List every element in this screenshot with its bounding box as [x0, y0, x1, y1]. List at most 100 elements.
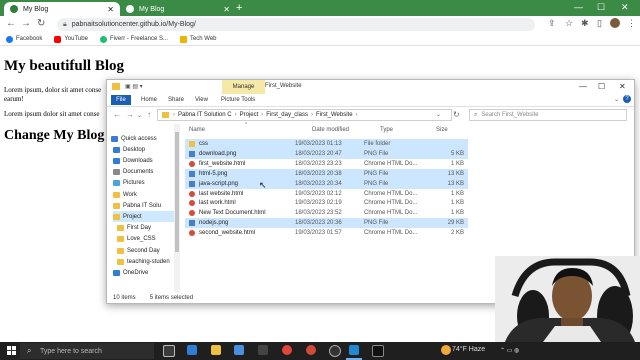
- breadcrumb-separator: ›: [355, 112, 358, 118]
- extensions-icon[interactable]: ✱: [581, 18, 589, 29]
- close-tab-icon[interactable]: ✕: [107, 5, 114, 14]
- breadcrumb-item[interactable]: Project: [240, 112, 259, 118]
- explorer-forward-icon[interactable]: →: [126, 110, 134, 119]
- nav-item[interactable]: Desktop: [113, 144, 175, 155]
- menu-kebab-icon[interactable]: ⋮: [627, 18, 636, 29]
- reload-icon[interactable]: ↻: [37, 18, 45, 29]
- bookmark-star-icon[interactable]: ☆: [565, 18, 573, 29]
- nav-item[interactable]: Work: [113, 189, 175, 200]
- explorer-address-bar[interactable]: › Pabna IT Solution C › Project › First_…: [157, 109, 452, 121]
- ribbon-file-tab[interactable]: File: [111, 95, 131, 105]
- close-window-icon[interactable]: ✕: [621, 2, 629, 13]
- ribbon-picture-tools-tab[interactable]: Picture Tools: [221, 97, 255, 103]
- vscode-icon[interactable]: [349, 345, 359, 355]
- system-tray[interactable]: ⌃ ▭ ◍: [500, 347, 519, 354]
- file-explorer-icon[interactable]: [211, 345, 221, 355]
- column-header-type[interactable]: Type: [380, 127, 393, 133]
- file-row[interactable]: css 19/03/2023 01:13 File folder: [185, 139, 468, 149]
- column-header-size[interactable]: Size: [436, 127, 448, 133]
- quick-access-toolbar-icon[interactable]: ▣ ▤ ▾: [125, 83, 143, 90]
- sidebar-icon[interactable]: ▯: [597, 18, 602, 29]
- explorer-maximize-icon[interactable]: ☐: [598, 82, 605, 91]
- ribbon-view-tab[interactable]: View: [195, 97, 208, 103]
- nav-item[interactable]: Quick access: [111, 133, 173, 144]
- back-icon[interactable]: ←: [6, 18, 16, 29]
- bookmark-youtube[interactable]: YouTube: [54, 35, 88, 43]
- explorer-minimize-icon[interactable]: —: [579, 82, 587, 91]
- close-tab-icon[interactable]: ✕: [223, 5, 230, 14]
- task-view-icon[interactable]: [163, 345, 175, 357]
- nav-item[interactable]: Second Day: [117, 245, 179, 256]
- nav-item[interactable]: Project: [113, 211, 175, 223]
- chrome-html-icon: [189, 160, 195, 167]
- weather-icon: [441, 345, 451, 355]
- profile-avatar[interactable]: [610, 18, 620, 28]
- nav-item[interactable]: Pictures: [113, 178, 175, 189]
- ribbon-home-tab[interactable]: Home: [141, 97, 157, 103]
- up-folder-icon[interactable]: ↑: [147, 110, 151, 119]
- file-date: 19/03/2023 02:19: [295, 200, 342, 207]
- bookmark-tech-web[interactable]: Tech Web: [179, 35, 217, 43]
- share-icon[interactable]: ⇪: [548, 18, 556, 29]
- nav-item[interactable]: Pabna IT Solu: [113, 200, 175, 211]
- new-tab-button[interactable]: +: [236, 2, 242, 14]
- maximize-icon[interactable]: ☐: [597, 2, 605, 13]
- camera-app-icon[interactable]: [258, 345, 268, 355]
- store-icon[interactable]: [234, 345, 244, 355]
- file-row[interactable]: New Text Document.html 18/03/2023 23:52 Ch…: [185, 208, 468, 218]
- file-size: 2 KB: [450, 230, 464, 237]
- ribbon-collapse-icon[interactable]: ⌄: [614, 96, 619, 103]
- nav-item[interactable]: Downloads: [113, 155, 175, 166]
- file-row[interactable]: second_website.html 19/03/2023 01:57 Chrom…: [185, 228, 468, 238]
- recent-locations-icon[interactable]: ⌄: [137, 112, 142, 119]
- nav-item[interactable]: OneDrive: [113, 267, 175, 278]
- nav-item-label: Pabna IT Solu: [123, 202, 161, 209]
- manage-tab[interactable]: Manage: [222, 80, 265, 94]
- tab-my-blog-2[interactable]: My Blog ✕: [120, 2, 236, 16]
- obs-icon[interactable]: [329, 345, 341, 357]
- nav-item[interactable]: First Day: [117, 223, 179, 234]
- file-row[interactable]: download.png 18/03/2023 20:47 PNG File 5 KB: [185, 148, 468, 159]
- bookmark-fiverr[interactable]: Fiverr - Freelance S...: [99, 35, 168, 43]
- chrome-icon[interactable]: [282, 345, 292, 355]
- chrome-profile-icon[interactable]: [306, 345, 316, 355]
- nav-item[interactable]: Documents: [113, 167, 175, 178]
- breadcrumb-item[interactable]: First_Website: [316, 112, 353, 118]
- file-row[interactable]: last website.html 19/03/2023 02:12 Chrome …: [185, 189, 468, 199]
- nav-item[interactable]: Love_CSS: [117, 234, 179, 245]
- minimize-icon[interactable]: —: [574, 2, 583, 12]
- ribbon-share-tab[interactable]: Share: [168, 97, 184, 103]
- file-row[interactable]: nodejs.png 18/03/2023 20:36 PNG File 29 KB: [185, 218, 468, 229]
- explorer-search-input[interactable]: ⌕ Search First_Website: [469, 109, 627, 121]
- weather-text[interactable]: 74°F Haze: [452, 346, 485, 353]
- terminal-icon[interactable]: [372, 345, 384, 357]
- file-row[interactable]: first_website.html 18/03/2023 23:23 Chrome…: [185, 159, 468, 169]
- forward-icon[interactable]: →: [21, 18, 31, 29]
- tab-my-blog-1[interactable]: My Blog ✕: [4, 2, 120, 16]
- file-name-cell: last website.html: [185, 190, 295, 197]
- edge-icon[interactable]: [187, 345, 197, 355]
- file-row[interactable]: last work.html 19/03/2023 02:19 Chrome HTM…: [185, 198, 468, 208]
- explorer-close-icon[interactable]: ✕: [619, 82, 626, 91]
- breadcrumb-item[interactable]: First_day_class: [266, 112, 308, 118]
- address-dropdown-icon[interactable]: ⌄: [436, 111, 441, 118]
- refresh-icon[interactable]: ↻: [453, 110, 460, 119]
- fiverr-icon: [99, 35, 107, 43]
- nav-item[interactable]: teaching-studen: [117, 256, 179, 267]
- file-row[interactable]: html-5.png 18/03/2023 20:38 PNG File 13 KB: [185, 168, 468, 179]
- help-icon[interactable]: ?: [623, 95, 631, 103]
- address-bar[interactable]: 🔒︎ pabnaitsolutioncenter.github.io/My-Bl…: [57, 18, 535, 31]
- nav-scrollbar-thumb[interactable]: [175, 132, 179, 252]
- column-header-name[interactable]: Name: [189, 127, 205, 133]
- file-size: 1 KB: [450, 190, 464, 197]
- windows-start-icon[interactable]: [7, 346, 16, 355]
- breadcrumb-item[interactable]: Pabna IT Solution C: [178, 112, 232, 118]
- file-name: java-script.png: [199, 180, 239, 187]
- explorer-back-icon[interactable]: ←: [113, 110, 121, 119]
- taskbar-search-input[interactable]: ⌕ Type here to search: [20, 343, 154, 359]
- bookmark-facebook[interactable]: Facebook: [6, 35, 42, 43]
- file-row[interactable]: java-script.png 18/03/2023 20:34 PNG File 1…: [185, 178, 468, 189]
- folder-icon: [117, 236, 124, 243]
- nav-item-label: Downloads: [123, 157, 153, 164]
- column-header-date[interactable]: Date modified: [312, 127, 349, 133]
